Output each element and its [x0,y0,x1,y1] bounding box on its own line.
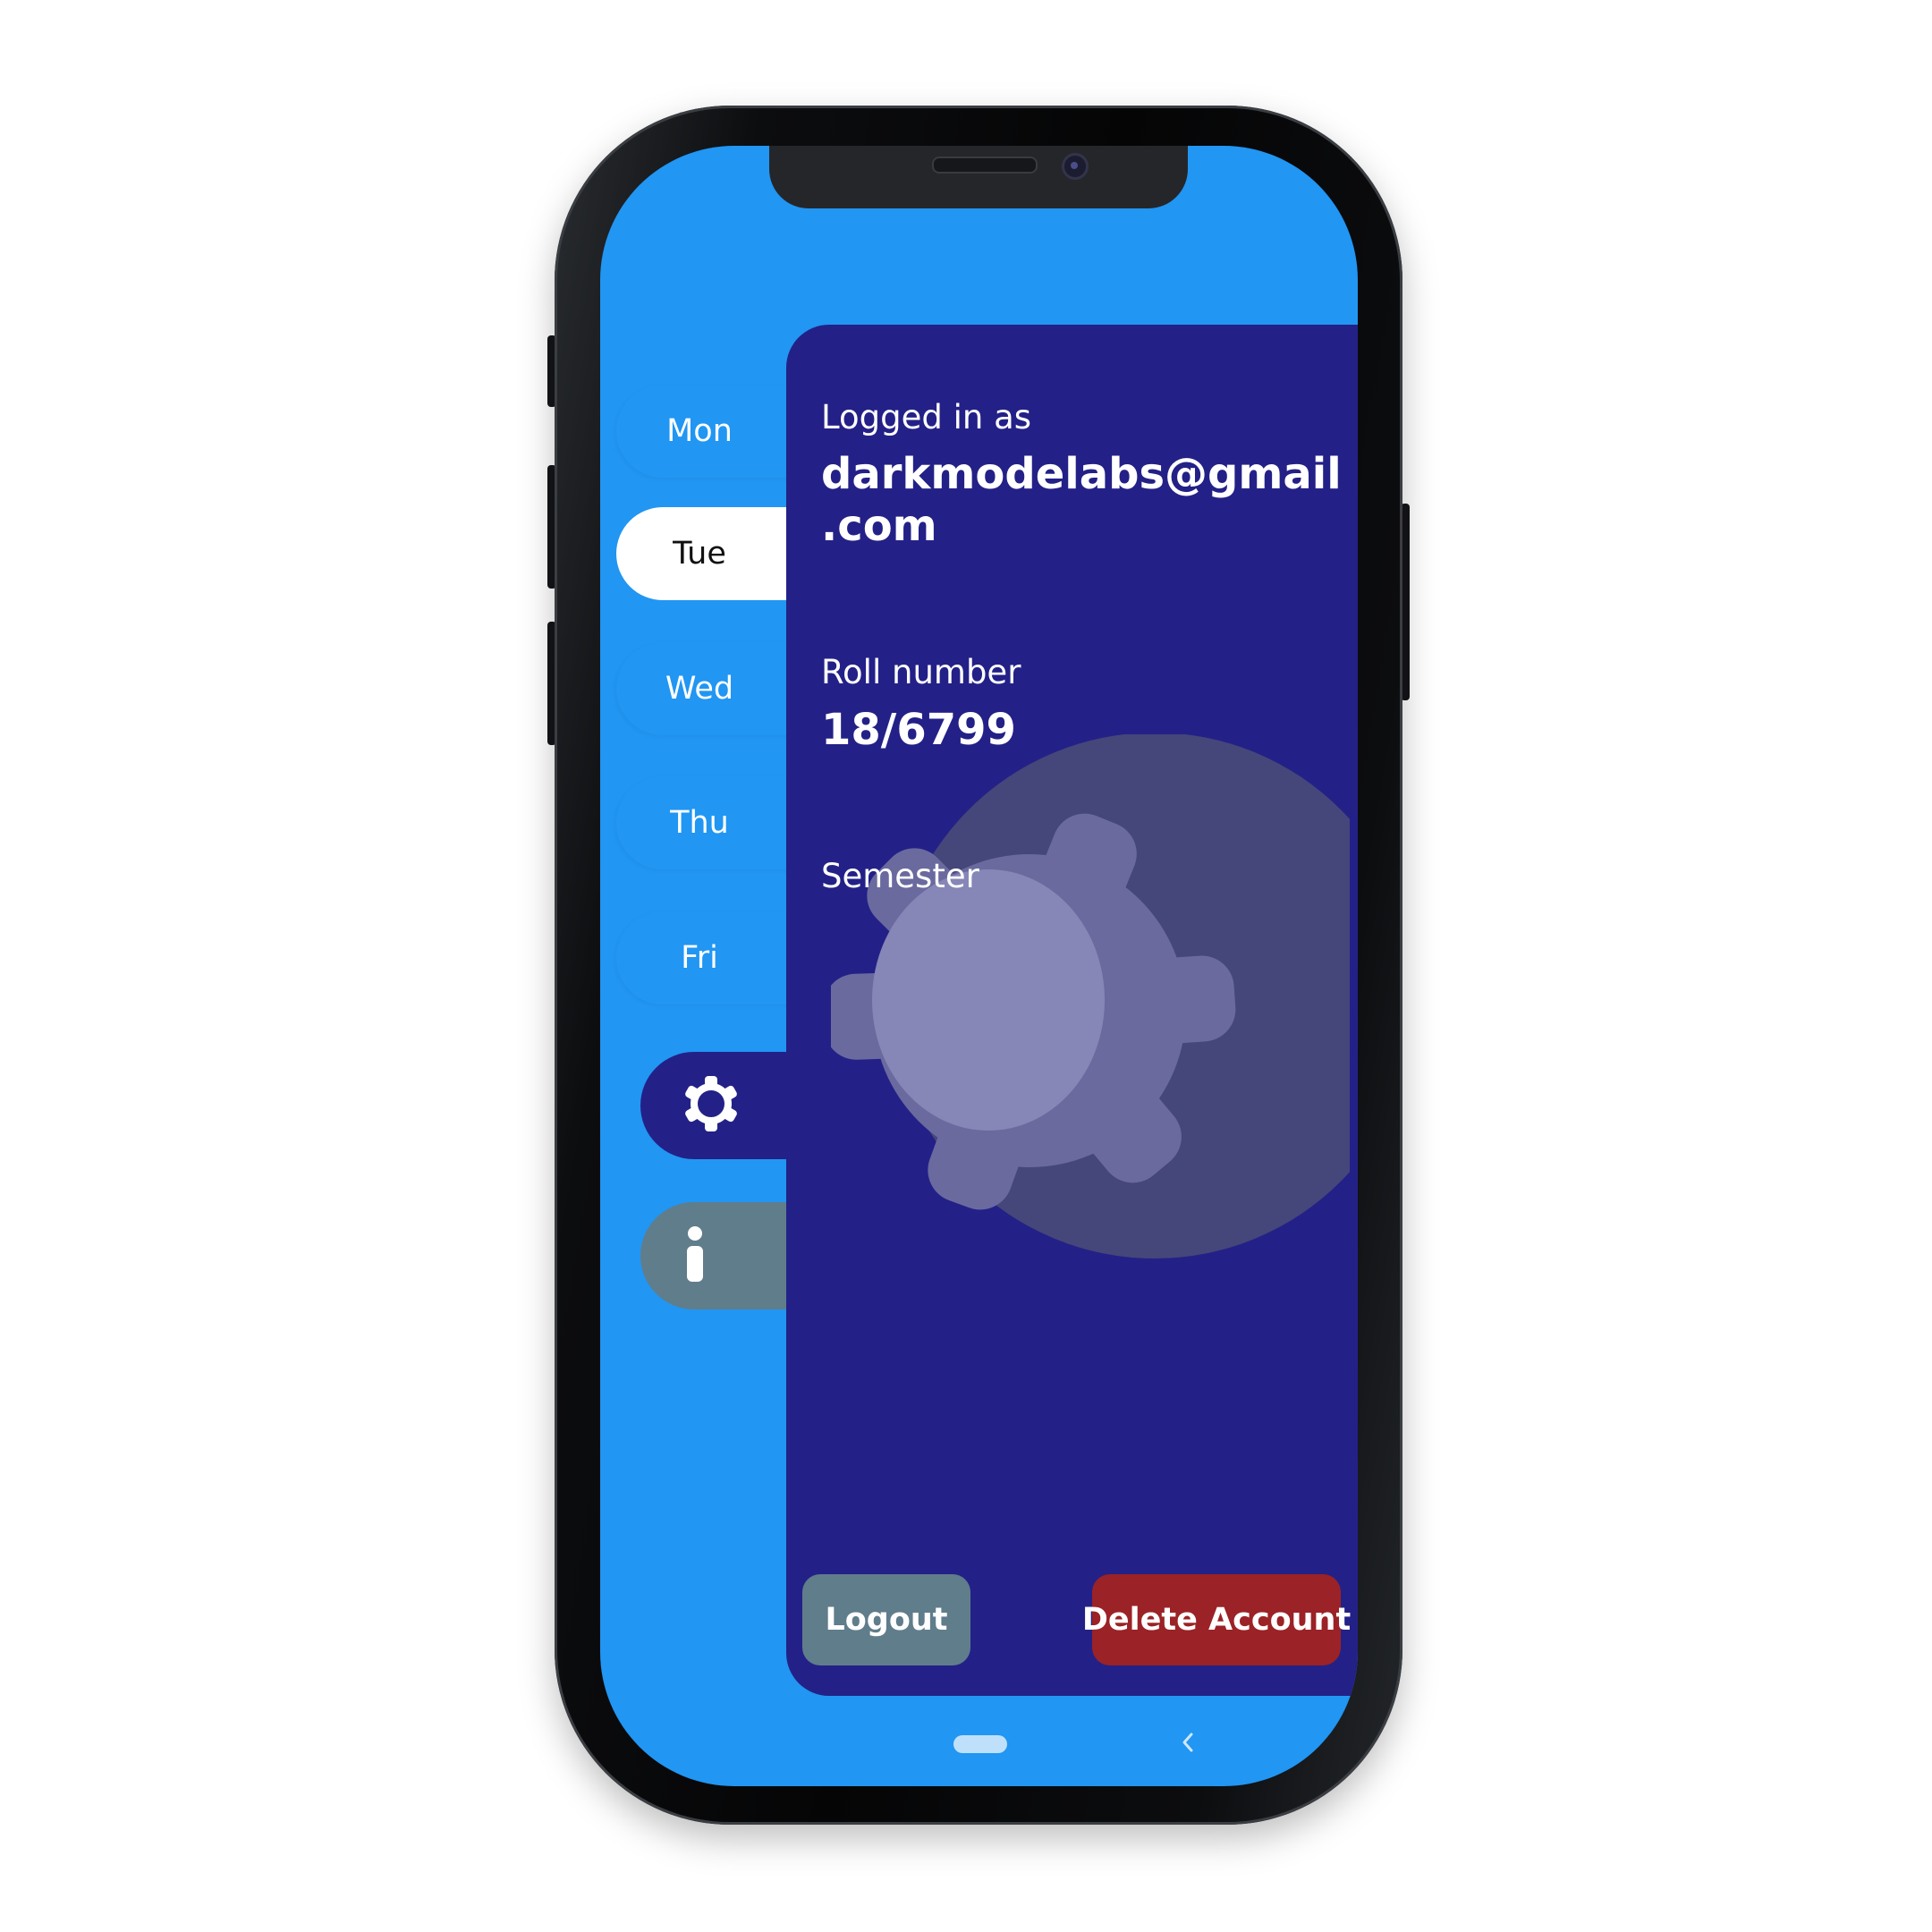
delete-account-button[interactable]: Delete Account [1082,1574,1351,1665]
day-tab-label: Mon [666,413,733,449]
day-tab-tue[interactable]: Tue [616,507,804,600]
home-gesture-pill[interactable] [953,1735,1007,1753]
account-panel: Logged in as darkmodelabs@gmail .com Rol… [786,325,1358,1696]
back-icon[interactable] [1174,1727,1201,1758]
day-tab-wed[interactable]: Wed [616,642,804,735]
day-tab-label: Fri [681,940,718,976]
semester-label: Semester [821,857,979,895]
roll-number-label: Roll number [821,653,1021,691]
day-tab-label: Tue [673,536,726,572]
day-tab-label: Thu [670,805,729,841]
front-camera [1062,153,1089,180]
gear-icon [682,1074,741,1137]
day-tab-label: Wed [665,671,734,707]
logged-in-label: Logged in as [821,398,1032,436]
device-stage: Mon Tue Wed Thu Fri Logged in as darkmod… [0,0,1932,1932]
day-tab-thu[interactable]: Thu [616,776,804,869]
logout-button[interactable]: Logout [802,1574,970,1665]
gear-illustration [831,734,1350,1258]
notch [769,146,1188,208]
email-line-1: darkmodelabs@gmail [821,449,1342,499]
phone-screen: Mon Tue Wed Thu Fri Logged in as darkmod… [600,146,1358,1786]
roll-number-value: 18/6799 [821,705,1016,755]
info-icon [682,1226,708,1285]
email-line-2: .com [821,501,937,551]
day-tab-mon[interactable]: Mon [616,385,804,478]
day-tab-fri[interactable]: Fri [616,911,804,1004]
speaker-grille [932,157,1038,174]
email-value: darkmodelabs@gmail .com [821,448,1342,552]
